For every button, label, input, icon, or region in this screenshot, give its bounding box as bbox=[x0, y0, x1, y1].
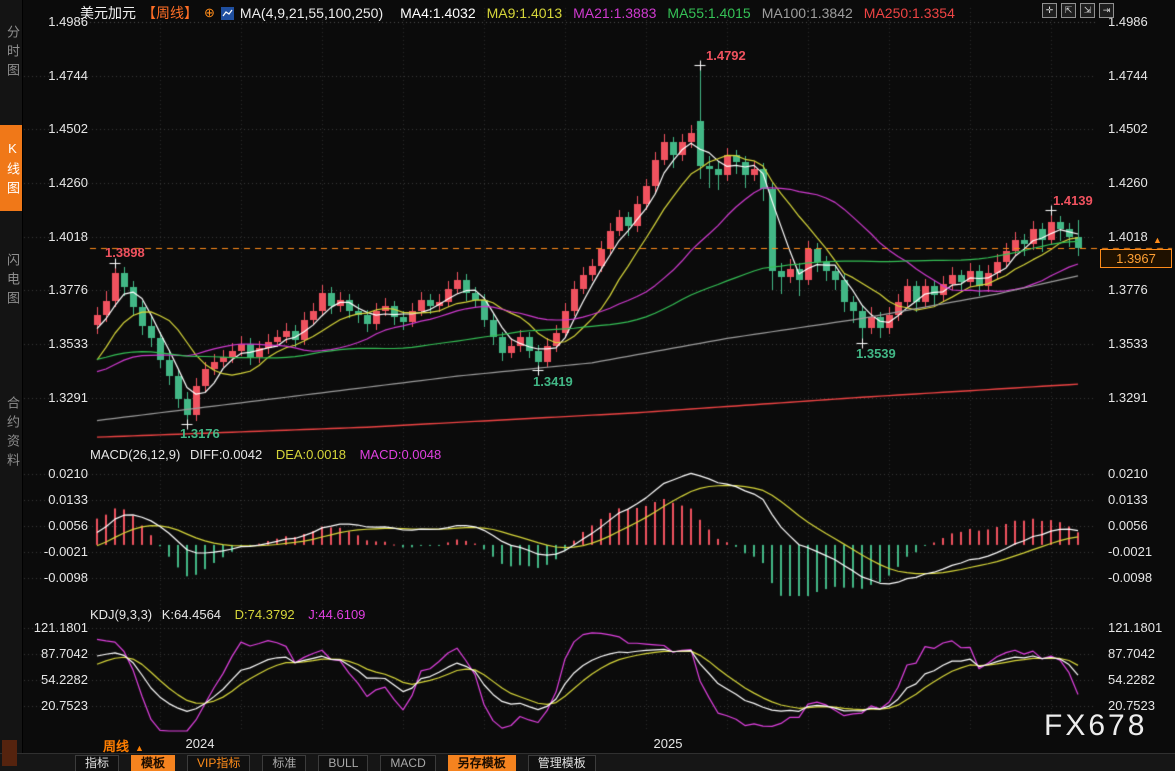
price-annotation: 1.3898 bbox=[105, 246, 145, 260]
macd-axis-label-left: -0.0021 bbox=[24, 545, 88, 559]
macd-diff-value: DIFF:0.0042 bbox=[190, 447, 262, 462]
price-annotation: 1.3539 bbox=[856, 347, 896, 361]
sidebar: 分时图 K线图 闪电图 合约资料 bbox=[0, 0, 23, 771]
ma-settings-label: MA(4,9,21,55,100,250) bbox=[240, 5, 383, 21]
current-price-tag: 1.3967 bbox=[1100, 249, 1172, 268]
macd-axis-label-right: 0.0210 bbox=[1108, 467, 1148, 481]
kdj-k-value: K:64.4564 bbox=[162, 607, 221, 622]
ma-value: MA21:1.3883 bbox=[573, 5, 656, 21]
ma-value: MA55:1.4015 bbox=[667, 5, 750, 21]
price-annotation: 1.4139 bbox=[1053, 194, 1093, 208]
macd-axis-label-right: 0.0056 bbox=[1108, 519, 1148, 533]
chevron-up-icon: ▲ bbox=[135, 743, 144, 753]
price-axis-label-right: 1.4018 bbox=[1108, 230, 1148, 244]
macd-axis-label-right: 0.0133 bbox=[1108, 493, 1148, 507]
kdj-axis-label-left: 87.7042 bbox=[24, 647, 88, 661]
bottom-tab[interactable]: 标准 bbox=[262, 755, 306, 771]
macd-axis-label-left: -0.0098 bbox=[24, 571, 88, 585]
add-indicator-icon[interactable]: ⊕ bbox=[204, 5, 215, 21]
sidebar-item-flash[interactable]: 闪电图 bbox=[0, 231, 22, 327]
price-axis-label-left: 1.4260 bbox=[24, 176, 88, 190]
price-axis-label-right: 1.3776 bbox=[1108, 283, 1148, 297]
symbol-title: 美元加元 bbox=[80, 3, 136, 23]
ma-value: MA9:1.4013 bbox=[487, 5, 563, 21]
sidebar-item-contract[interactable]: 合约资料 bbox=[0, 365, 22, 499]
bottom-tab[interactable]: MACD bbox=[380, 755, 435, 771]
bottom-tab[interactable]: 指标 bbox=[75, 755, 119, 771]
price-axis-label-left: 1.4744 bbox=[24, 69, 88, 83]
price-annotation: 1.3176 bbox=[180, 427, 220, 441]
macd-axis-label-left: 0.0133 bbox=[24, 493, 88, 507]
kdj-j-value: J:44.6109 bbox=[308, 607, 365, 622]
price-direction-icon: ▲ bbox=[1153, 236, 1162, 245]
kdj-axis-label-left: 20.7523 bbox=[24, 699, 88, 713]
macd-axis-label-right: -0.0098 bbox=[1108, 571, 1152, 585]
timeframe-tag: 【周线】 bbox=[142, 3, 198, 23]
kdj-axis-label-right: 54.2282 bbox=[1108, 673, 1155, 687]
ma-value: MA100:1.3842 bbox=[762, 5, 853, 21]
price-annotation: 1.3419 bbox=[533, 375, 573, 389]
price-axis-label-left: 1.4986 bbox=[24, 15, 88, 29]
kdj-axis-label-right: 87.7042 bbox=[1108, 647, 1155, 661]
bottom-tab[interactable]: 模板 bbox=[131, 755, 175, 771]
chart-app: 分时图 K线图 闪电图 合约资料 美元加元 【周线】 ⊕ MA(4,9,21,5… bbox=[0, 0, 1175, 771]
ma-value: MA4:1.4032 bbox=[400, 5, 476, 21]
sidebar-item-kline[interactable]: K线图 bbox=[0, 125, 22, 211]
zoom-axis-right-icon[interactable]: ⇲ bbox=[1080, 3, 1095, 18]
kdj-axis-label-left: 121.1801 bbox=[24, 621, 88, 635]
price-axis-label-left: 1.3776 bbox=[24, 283, 88, 297]
macd-axis-label-right: -0.0021 bbox=[1108, 545, 1152, 559]
x-axis-year-label: 2025 bbox=[654, 736, 683, 751]
chart-toolbar: ✛ ⇱ ⇲ ⇥ bbox=[1042, 3, 1114, 18]
macd-axis-label-left: 0.0210 bbox=[24, 467, 88, 481]
ma-legend: MA4:1.4032 MA9:1.4013 MA21:1.3883 MA55:1.40… bbox=[389, 5, 955, 21]
price-axis-label-right: 1.4744 bbox=[1108, 69, 1148, 83]
chart-type-icon[interactable] bbox=[221, 7, 234, 20]
time-axis-row: 周线▲ 20242025 bbox=[0, 735, 1175, 753]
price-annotation: 1.4792 bbox=[706, 49, 746, 63]
bottom-tab[interactable]: BULL bbox=[318, 755, 368, 771]
ma-value: MA250:1.3354 bbox=[864, 5, 955, 21]
bottom-tab[interactable]: VIP指标 bbox=[187, 755, 250, 771]
crosshair-icon[interactable]: ✛ bbox=[1042, 3, 1057, 18]
kdj-panel-header: KDJ(9,3,3) K:64.4564 D:74.3792 J:44.6109 bbox=[90, 607, 365, 622]
chart-canvas[interactable] bbox=[0, 0, 1175, 771]
bottom-tab[interactable]: 管理模板 bbox=[528, 755, 596, 771]
price-axis-label-left: 1.4018 bbox=[24, 230, 88, 244]
x-axis-year-label: 2024 bbox=[186, 736, 215, 751]
sidebar-item-timeline[interactable]: 分时图 bbox=[0, 8, 22, 94]
kdj-d-value: D:74.3792 bbox=[235, 607, 295, 622]
kdj-axis-label-right: 121.1801 bbox=[1108, 621, 1162, 635]
zoom-axis-left-icon[interactable]: ⇱ bbox=[1061, 3, 1076, 18]
price-axis-label-left: 1.3533 bbox=[24, 337, 88, 351]
price-axis-label-right: 1.3291 bbox=[1108, 391, 1148, 405]
chart-header: 美元加元 【周线】 ⊕ MA(4,9,21,55,100,250) MA4:1.… bbox=[80, 3, 955, 23]
bottom-tab-bar: 指标模板 VIP指标标准 BULL MACD 另存模板管理模板 bbox=[0, 753, 1175, 771]
price-axis-label-right: 1.3533 bbox=[1108, 337, 1148, 351]
macd-axis-label-left: 0.0056 bbox=[24, 519, 88, 533]
price-axis-label-right: 1.4260 bbox=[1108, 176, 1148, 190]
macd-panel-header: MACD(26,12,9) DIFF:0.0042 DEA:0.0018 MAC… bbox=[90, 447, 441, 462]
price-axis-label-left: 1.4502 bbox=[24, 122, 88, 136]
collapse-panel-icon[interactable]: ⇥ bbox=[1099, 3, 1114, 18]
macd-dea-value: DEA:0.0018 bbox=[276, 447, 346, 462]
kdj-axis-label-left: 54.2282 bbox=[24, 673, 88, 687]
corner-logo bbox=[2, 740, 17, 766]
price-axis-label-right: 1.4502 bbox=[1108, 122, 1148, 136]
kdj-title: KDJ(9,3,3) bbox=[90, 607, 152, 622]
price-axis-label-left: 1.3291 bbox=[24, 391, 88, 405]
macd-title: MACD(26,12,9) bbox=[90, 447, 180, 462]
bottom-tab[interactable]: 另存模板 bbox=[448, 755, 516, 771]
macd-macd-value: MACD:0.0048 bbox=[360, 447, 442, 462]
